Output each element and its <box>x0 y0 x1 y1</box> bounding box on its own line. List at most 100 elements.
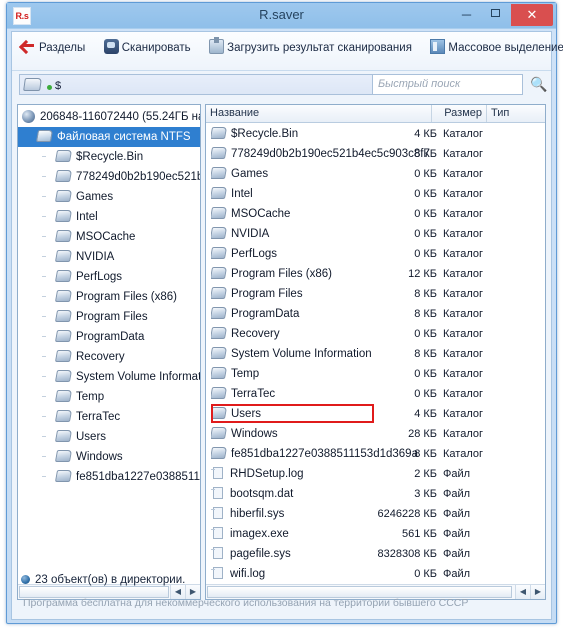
folder-icon <box>54 270 73 282</box>
tree-item-label: System Volume Information <box>76 371 200 383</box>
tree-item[interactable]: TerraTec <box>18 407 200 427</box>
table-row[interactable]: Program Files 8 КБ Каталог <box>211 284 545 304</box>
tree-item[interactable]: MSOCache <box>18 227 200 247</box>
table-row[interactable]: Recovery 0 КБ Каталог <box>211 324 545 344</box>
application-window: R.s R.saver ─ ✕ Разделы Сканировать Загр… <box>6 2 563 624</box>
tree-item-label: fe851dba1227e0388511153d1 <box>76 471 200 483</box>
folder-icon <box>54 450 73 462</box>
tree-item-label: 778249d0b2b190ec521b4ec5c <box>76 171 200 183</box>
file-name-text: Users <box>231 408 262 420</box>
tree-item-label: TerraTec <box>76 411 121 423</box>
tree-connector <box>42 316 46 317</box>
table-row[interactable]: bootsqm.dat 3 КБ Файл <box>211 484 545 504</box>
tree-item[interactable]: $Recycle.Bin <box>18 147 200 167</box>
tree-item-label: Program Files <box>76 311 148 323</box>
file-size-cell: 0 КБ <box>414 248 437 260</box>
file-type-cell: Файл <box>443 488 471 500</box>
table-row[interactable]: PerfLogs 0 КБ Каталог <box>211 244 545 264</box>
file-type-cell: Каталог <box>443 448 483 460</box>
table-row[interactable]: Intel 0 КБ Каталог <box>211 184 545 204</box>
file-size-cell: 0 КБ <box>414 228 437 240</box>
file-name-cell: RHDSetup.log <box>211 464 304 484</box>
table-row[interactable]: imagex.exe 561 КБ Файл <box>211 524 545 544</box>
column-header-type[interactable]: Тип <box>487 105 545 122</box>
path-input[interactable]: $ <box>19 74 377 95</box>
maximize-button[interactable] <box>481 4 510 25</box>
tree-connector <box>42 156 46 157</box>
tree-item[interactable]: Windows <box>18 447 200 467</box>
table-row[interactable]: hiberfil.sys 6246228 КБ Файл <box>211 504 545 524</box>
tree-item[interactable]: fe851dba1227e0388511153d1 <box>18 467 200 487</box>
column-header-name[interactable]: Название <box>206 105 432 122</box>
table-row[interactable]: fe851dba1227e0388511153d1d369a 8 КБ Катало… <box>211 444 545 464</box>
file-icon <box>213 487 223 499</box>
table-row[interactable]: Games 0 КБ Каталог <box>211 164 545 184</box>
tree-item[interactable]: Program Files <box>18 307 200 327</box>
folder-icon <box>54 390 73 402</box>
table-row[interactable]: Program Files (x86) 12 КБ Каталог <box>211 264 545 284</box>
folder-icon <box>23 78 42 91</box>
tree-item[interactable]: Temp <box>18 387 200 407</box>
tree-item-label: Temp <box>76 391 105 403</box>
tree-item[interactable]: Файловая система NTFS <box>18 127 200 147</box>
column-header-size[interactable]: Размер <box>432 105 487 122</box>
file-size-cell: 8 КБ <box>414 148 437 160</box>
tree-item[interactable]: Recovery <box>18 347 200 367</box>
file-name-text: $Recycle.Bin <box>231 128 299 140</box>
file-icon <box>213 547 223 559</box>
toolbar-label-mass-select: Массовое выделение <box>448 42 563 54</box>
folder-icon <box>54 430 73 442</box>
table-row[interactable]: MSOCache 0 КБ Каталог <box>211 204 545 224</box>
table-row[interactable]: Users 4 КБ Каталог <box>211 404 545 424</box>
tree-item[interactable]: System Volume Information <box>18 367 200 387</box>
tree-item[interactable]: Intel <box>18 207 200 227</box>
table-row[interactable]: pagefile.sys 8328308 КБ Файл <box>211 544 545 564</box>
toolbar-button-mass-select[interactable]: Массовое выделение▼ <box>427 37 563 59</box>
table-row[interactable]: $Recycle.Bin 4 КБ Каталог <box>211 124 545 144</box>
tree-item[interactable]: Users <box>18 427 200 447</box>
folder-icon <box>54 290 73 302</box>
tree-item[interactable]: Games <box>18 187 200 207</box>
file-name-text: Program Files <box>231 288 303 300</box>
tree-item-label: NVIDIA <box>76 251 115 263</box>
status-dot-icon <box>21 575 30 584</box>
search-input[interactable]: Быстрый поиск <box>372 74 523 95</box>
tree-connector <box>42 456 46 457</box>
table-row[interactable]: ProgramData 8 КБ Каталог <box>211 304 545 324</box>
tree-item[interactable]: 206848-116072440 (55.24ГБ на Drive <box>18 107 200 127</box>
table-row[interactable]: Temp 0 КБ Каталог <box>211 364 545 384</box>
table-row[interactable]: TerraTec 0 КБ Каталог <box>211 384 545 404</box>
file-size-cell: 8328308 КБ <box>377 548 437 560</box>
file-type-cell: Каталог <box>443 228 483 240</box>
tree-item[interactable]: ProgramData <box>18 327 200 347</box>
file-name-text: Intel <box>231 188 253 200</box>
folder-icon <box>211 347 228 359</box>
minimize-button[interactable]: ─ <box>452 4 481 25</box>
toolbar-button-partitions[interactable]: Разделы <box>18 37 90 59</box>
table-row[interactable]: System Volume Information 8 КБ Каталог <box>211 344 545 364</box>
search-icon[interactable]: 🔍 <box>530 77 547 91</box>
tree-item[interactable]: 778249d0b2b190ec521b4ec5c <box>18 167 200 187</box>
file-name-cell: pagefile.sys <box>211 544 291 564</box>
tree-item[interactable]: PerfLogs <box>18 267 200 287</box>
toolbar-button-scan[interactable]: Сканировать <box>101 37 196 59</box>
file-name-text: Program Files (x86) <box>231 268 332 280</box>
file-list-column-headers: Название Размер Тип <box>206 105 545 123</box>
folder-icon <box>54 410 73 422</box>
tree-item[interactable]: Program Files (x86) <box>18 287 200 307</box>
file-size-cell: 561 КБ <box>401 528 437 540</box>
toolbar-button-load-scan[interactable]: Загрузить результат сканирования <box>206 37 417 59</box>
file-type-cell: Каталог <box>443 248 483 260</box>
table-row[interactable]: 778249d0b2b190ec521b4ec5c903c8f7 8 КБ Ката… <box>211 144 545 164</box>
folder-tree-pane: 206848-116072440 (55.24ГБ на Drive Файлов… <box>17 104 201 600</box>
green-status-dot-icon <box>47 85 52 90</box>
table-row[interactable]: RHDSetup.log 2 КБ Файл <box>211 464 545 484</box>
tree-connector <box>42 356 46 357</box>
tree-item[interactable]: NVIDIA <box>18 247 200 267</box>
close-button[interactable]: ✕ <box>511 4 553 26</box>
file-name-cell: Windows <box>211 424 278 444</box>
table-row[interactable]: NVIDIA 0 КБ Каталог <box>211 224 545 244</box>
table-row[interactable]: Windows 28 КБ Каталог <box>211 424 545 444</box>
file-size-cell: 6246228 КБ <box>377 508 437 520</box>
file-name-cell: Program Files <box>211 284 303 304</box>
